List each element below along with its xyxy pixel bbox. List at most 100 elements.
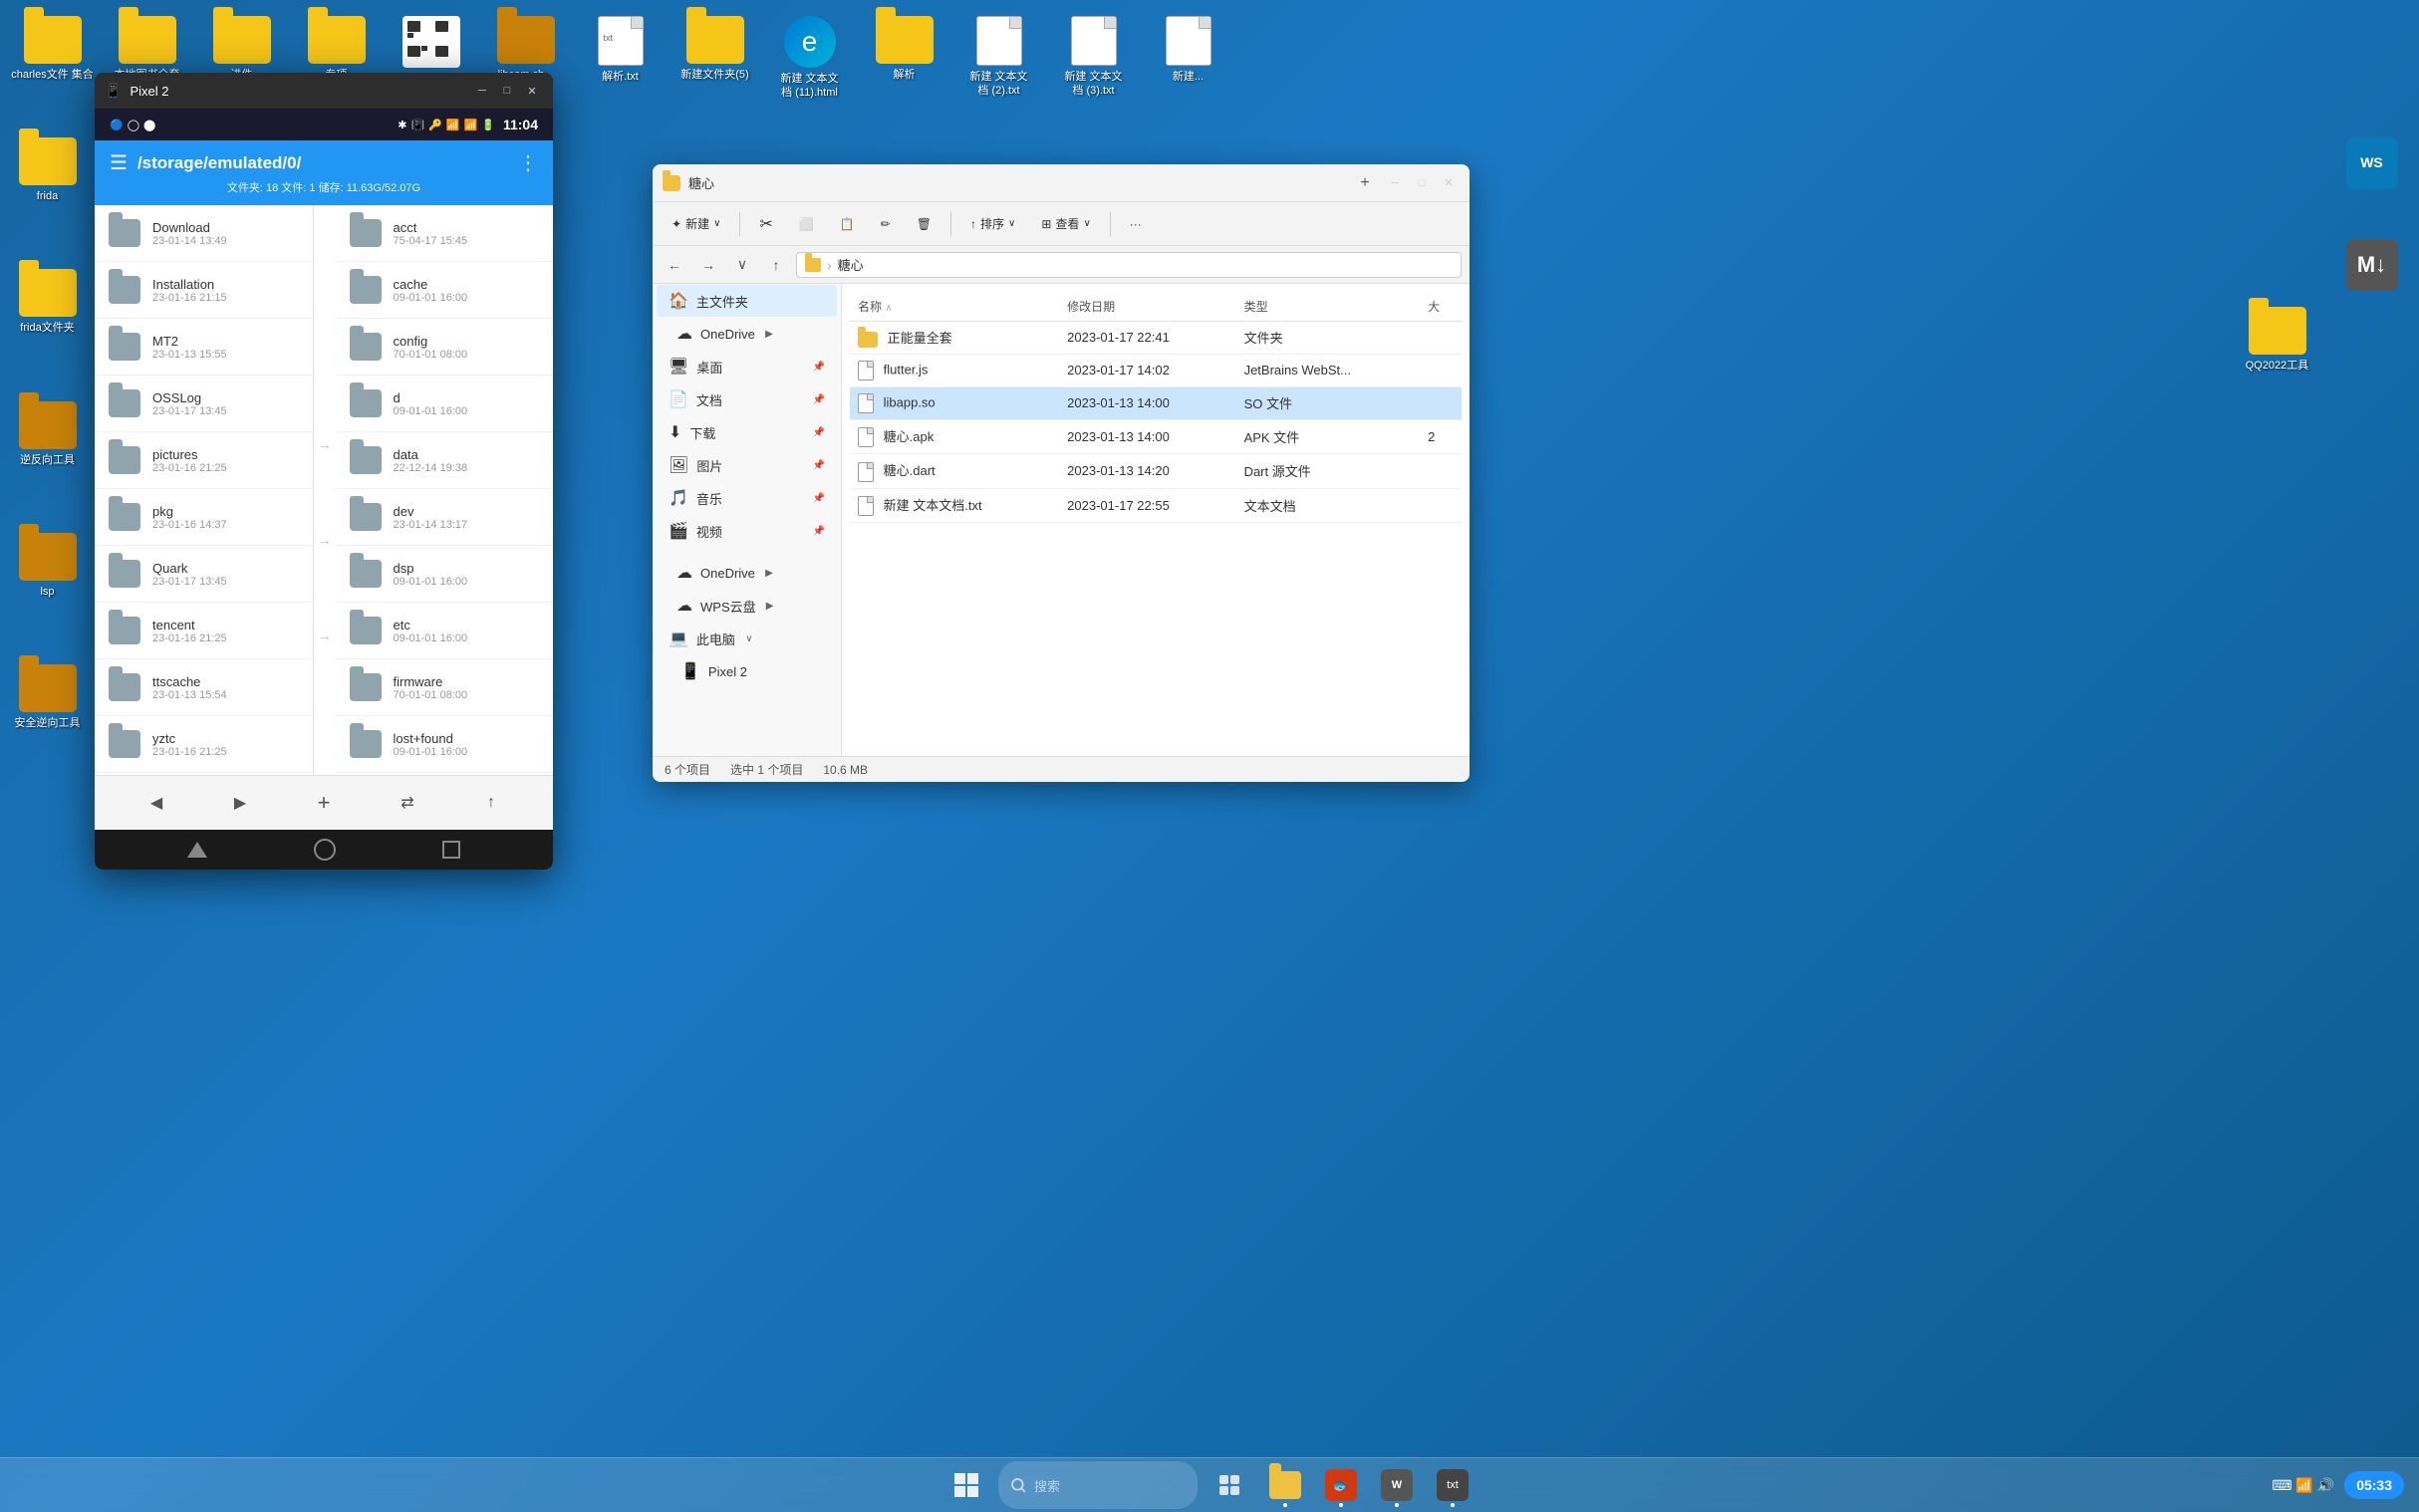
maximize-button[interactable]: □ [1411,172,1433,194]
sidebar-item-home[interactable]: 🏠 主文件夹 [657,285,837,317]
sidebar-item-downloads[interactable]: ⬇ 下载 📌 [657,416,837,448]
taskbar-app2[interactable]: W [1373,1461,1421,1509]
desktop-icon-lsp[interactable]: lsp [0,525,95,607]
close-button[interactable]: ✕ [1438,172,1460,194]
delete-button[interactable]: 🗑 [906,211,942,237]
add-button[interactable]: + [306,785,342,821]
file-item-installation[interactable]: Installation 23-01-16 21:15 [95,262,313,319]
folder-icon [213,16,271,64]
file-item-cache[interactable]: cache 09-01-01 16:00 [336,262,554,319]
desktop-icon-nifan2[interactable]: 安全逆向工具 [0,656,95,738]
desktop-icon-ws[interactable]: WS [2324,129,2419,201]
sidebar-item-wps[interactable]: ☁ WPS云盘 ▶ [657,590,837,622]
desktop-icon-xinjian5[interactable]: 新建文件夹(5) [668,8,762,109]
task-view-button[interactable] [1206,1461,1253,1509]
desktop-icon-md[interactable]: M↓ [2324,231,2419,303]
desktop-icon-txt3[interactable]: 新建 文本文档 (3).txt [1046,8,1141,109]
back-button[interactable]: ◀ [138,785,174,821]
file-item-etc[interactable]: etc 09-01-01 16:00 [336,603,554,659]
table-row[interactable]: 新建 文本文档.txt 2023-01-17 22:55 文本文档 [850,488,1462,523]
file-item-yztc[interactable]: yztc 23-01-16 21:25 [95,716,313,773]
fm-menu-button[interactable]: ☰ [110,150,128,175]
nav-back-button[interactable]: ← [661,251,688,279]
file-item-quark[interactable]: Quark 23-01-17 13:45 [95,546,313,603]
desktop-icon-jiexitxt[interactable]: txt 解析.txt [573,8,668,109]
minimize-button[interactable]: ─ [1384,172,1406,194]
paste-button[interactable]: 📋 [829,211,866,237]
table-row[interactable]: 正能量全套 2023-01-17 22:41 文件夹 [850,322,1462,355]
sidebar-item-images[interactable]: 🖼 图片 📌 [657,449,837,481]
file-item-acct[interactable]: acct 75-04-17 15:45 [336,205,554,262]
address-bar[interactable]: › 糖心 [796,252,1462,278]
cut-button[interactable]: ✂ [748,208,783,240]
col-size[interactable]: 大 [1420,292,1462,322]
expand-icon: ▶ [764,600,776,612]
home-circle-button[interactable] [314,839,336,861]
more-button[interactable]: ··· [1119,211,1153,237]
nav-forward-button[interactable]: → [694,251,722,279]
taskbar-app3[interactable]: txt [1429,1461,1477,1509]
file-item-download[interactable]: Download 23-01-14 13:49 [95,205,313,262]
file-item-data[interactable]: data 22-12-14 19:38 [336,432,554,489]
col-type[interactable]: 类型 [1236,292,1421,322]
sidebar-item-onedrive2[interactable]: ☁ OneDrive ▶ [657,557,837,589]
upload-button[interactable]: ↑ [473,785,509,821]
sidebar-item-onedrive1[interactable]: ☁ OneDrive ▶ [657,318,837,350]
file-item-osslog[interactable]: OSSLog 23-01-17 13:45 [95,376,313,432]
file-item-mt2[interactable]: MT2 23-01-13 15:55 [95,319,313,376]
desktop-icon-frida2[interactable]: frida文件夹 [0,261,95,343]
sidebar-item-music[interactable]: 🎵 音乐 📌 [657,482,837,514]
taskbar-app1[interactable]: 🐟 [1317,1461,1365,1509]
sidebar-item-docs[interactable]: 📄 文档 📌 [657,383,837,415]
minimize-button[interactable]: ─ [471,80,493,102]
file-item-dev[interactable]: dev 23-01-14 13:17 [336,489,554,546]
file-item-config[interactable]: config 70-01-01 08:00 [336,319,554,376]
rename-button[interactable]: ✏ [870,211,902,237]
desktop-icon-nifan[interactable]: 逆反向工具 [0,393,95,475]
col-name[interactable]: 名称 ∧ [850,292,1059,322]
sidebar-item-pixel2[interactable]: 📱 Pixel 2 [657,655,837,687]
file-item-tencent[interactable]: tencent 23-01-16 21:25 [95,603,313,659]
file-name: firmware [394,674,542,689]
desktop-icon-txt2[interactable]: 新建 文本文档 (2).txt [951,8,1046,109]
start-button[interactable] [942,1461,990,1509]
nav-down-button[interactable]: ∨ [728,251,756,279]
new-tab-button[interactable]: + [1351,169,1379,197]
file-item-firmware[interactable]: firmware 70-01-01 08:00 [336,659,554,716]
desktop-icon-qq[interactable]: QQ2022工具 [2230,299,2324,380]
table-row-selected[interactable]: libapp.so 2023-01-13 14:00 SO 文件 [850,386,1462,419]
desktop-icon-jiexi-folder[interactable]: 解析 [857,8,951,109]
desktop-icon-stub[interactable]: 新建... [1141,8,1235,109]
taskbar-explorer[interactable] [1261,1461,1309,1509]
sidebar-item-desktop[interactable]: 🖥 桌面 📌 [657,351,837,382]
forward-button[interactable]: ▶ [222,785,258,821]
nav-up-button[interactable]: ↑ [762,251,790,279]
file-item-pictures[interactable]: pictures 23-01-16 21:25 [95,432,313,489]
sort-button[interactable]: ↑ 排序 ∨ [959,209,1026,238]
new-button[interactable]: ✦ 新建 ∨ [661,209,731,238]
file-item-pkg[interactable]: pkg 23-01-16 14:37 [95,489,313,546]
search-button[interactable]: 搜索 [998,1461,1198,1509]
sidebar-item-videos[interactable]: 🎬 视频 📌 [657,515,837,547]
sidebar-item-thispc[interactable]: 💻 此电脑 ∨ [657,623,837,654]
desktop-icon-edge-html[interactable]: e 新建 文本文档 (11).html [762,8,857,109]
fm-more-button[interactable]: ⋮ [518,150,538,175]
desktop-icon-charles[interactable]: charles文件 集合 [5,8,100,109]
view-button[interactable]: ⊞ 查看 ∨ [1030,209,1101,238]
file-item-d[interactable]: d 09-01-01 16:00 [336,376,554,432]
file-item-lostfound[interactable]: lost+found 09-01-01 16:00 [336,716,554,773]
table-row[interactable]: 糖心.apk 2023-01-13 14:00 APK 文件 2 [850,419,1462,454]
file-item-ttscache[interactable]: ttscache 23-01-13 15:54 [95,659,313,716]
swap-button[interactable]: ⇄ [390,785,425,821]
close-button[interactable]: ✕ [521,80,543,102]
table-row[interactable]: flutter.js 2023-01-17 14:02 JetBrains We… [850,354,1462,386]
copy-button[interactable]: ⬜ [788,211,825,237]
recents-square-button[interactable] [442,841,460,859]
col-modified[interactable]: 修改日期 [1059,292,1235,322]
system-tray-icons[interactable]: ⌨ 📶 🔊 [2272,1477,2334,1494]
maximize-button[interactable]: □ [496,80,518,102]
file-item-dsp[interactable]: dsp 09-01-01 16:00 [336,546,554,603]
desktop-icon-frida[interactable]: frida [0,129,95,211]
table-row[interactable]: 糖心.dart 2023-01-13 14:20 Dart 源文件 [850,454,1462,489]
back-triangle-button[interactable] [187,842,207,858]
